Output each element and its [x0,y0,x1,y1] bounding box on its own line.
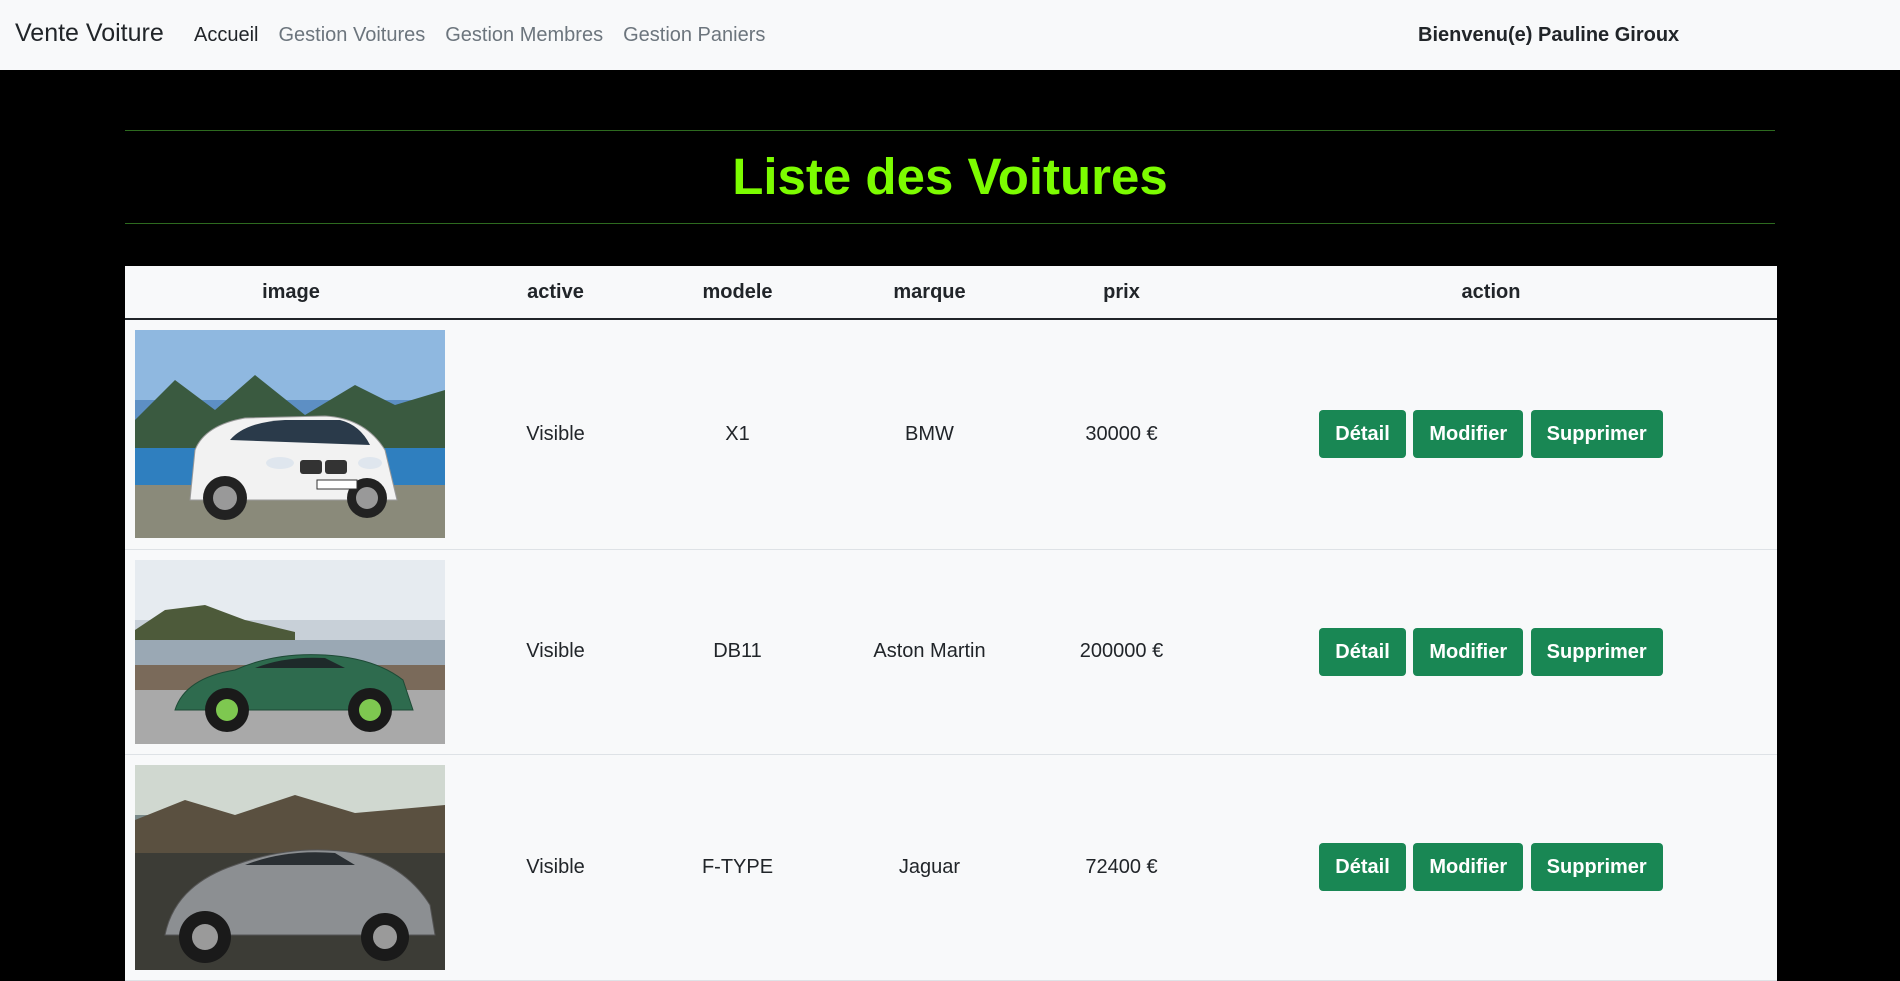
action-cell: Détail Modifier Supprimer [1205,754,1777,981]
nav-link-gestion-membres[interactable]: Gestion Membres [445,24,603,47]
modele-cell: DB11 [654,549,821,755]
nav-link-gestion-paniers[interactable]: Gestion Paniers [623,24,765,47]
cars-table: image active modele marque prix action V… [125,266,1777,981]
modifier-button[interactable]: Modifier [1413,627,1524,676]
active-cell: Visible [457,319,654,550]
supprimer-button[interactable]: Supprimer [1530,410,1663,459]
detail-button[interactable]: Détail [1319,843,1406,891]
car-image-aston-martin-db11 [135,559,445,744]
active-cell: Visible [457,549,654,755]
welcome-message: Bienvenu(e) Pauline Giroux [1418,24,1680,46]
marque-cell: Jaguar [821,754,1038,981]
table-row: Visible F-TYPE Jaguar 72400 € Détail Mod… [125,754,1777,981]
image-cell [125,319,457,550]
title-section: Liste des Voitures [125,130,1775,224]
header-prix: prix [1038,266,1205,320]
modifier-button[interactable]: Modifier [1413,843,1524,891]
modele-cell: X1 [654,319,821,550]
navbar: Vente Voiture Accueil Gestion Voitures G… [0,0,1900,70]
table-header-row: image active modele marque prix action [125,266,1777,320]
action-cell: Détail Modifier Supprimer [1205,319,1777,550]
image-cell [125,549,457,755]
active-cell: Visible [457,754,654,981]
header-modele: modele [654,266,821,320]
header-action: action [1205,266,1777,320]
nav-link-gestion-voitures[interactable]: Gestion Voitures [278,24,425,47]
car-image-bmw-x1 [135,330,445,539]
divider-bottom [125,223,1775,224]
table-row: Visible X1 BMW 30000 € Détail Modifier S… [125,319,1777,550]
supprimer-button[interactable]: Supprimer [1530,843,1663,891]
action-cell: Détail Modifier Supprimer [1205,549,1777,755]
marque-cell: Aston Martin [821,549,1038,755]
header-marque: marque [821,266,1038,320]
prix-cell: 30000 € [1038,319,1205,550]
page-title: Liste des Voitures [732,148,1168,205]
car-image-jaguar-f-type [135,764,445,970]
modele-cell: F-TYPE [654,754,821,981]
nav-links: Accueil Gestion Voitures Gestion Membres… [194,24,765,47]
detail-button[interactable]: Détail [1319,627,1406,676]
modifier-button[interactable]: Modifier [1413,410,1524,459]
navbar-brand[interactable]: Vente Voiture [15,19,164,48]
header-image: image [125,266,457,320]
prix-cell: 200000 € [1038,549,1205,755]
image-cell [125,754,457,981]
nav-link-accueil[interactable]: Accueil [194,24,258,47]
table-row: Visible DB11 Aston Martin 200000 € Détai… [125,549,1777,755]
prix-cell: 72400 € [1038,754,1205,981]
supprimer-button[interactable]: Supprimer [1530,627,1663,676]
header-active: active [457,266,654,320]
marque-cell: BMW [821,319,1038,550]
detail-button[interactable]: Détail [1319,410,1406,459]
